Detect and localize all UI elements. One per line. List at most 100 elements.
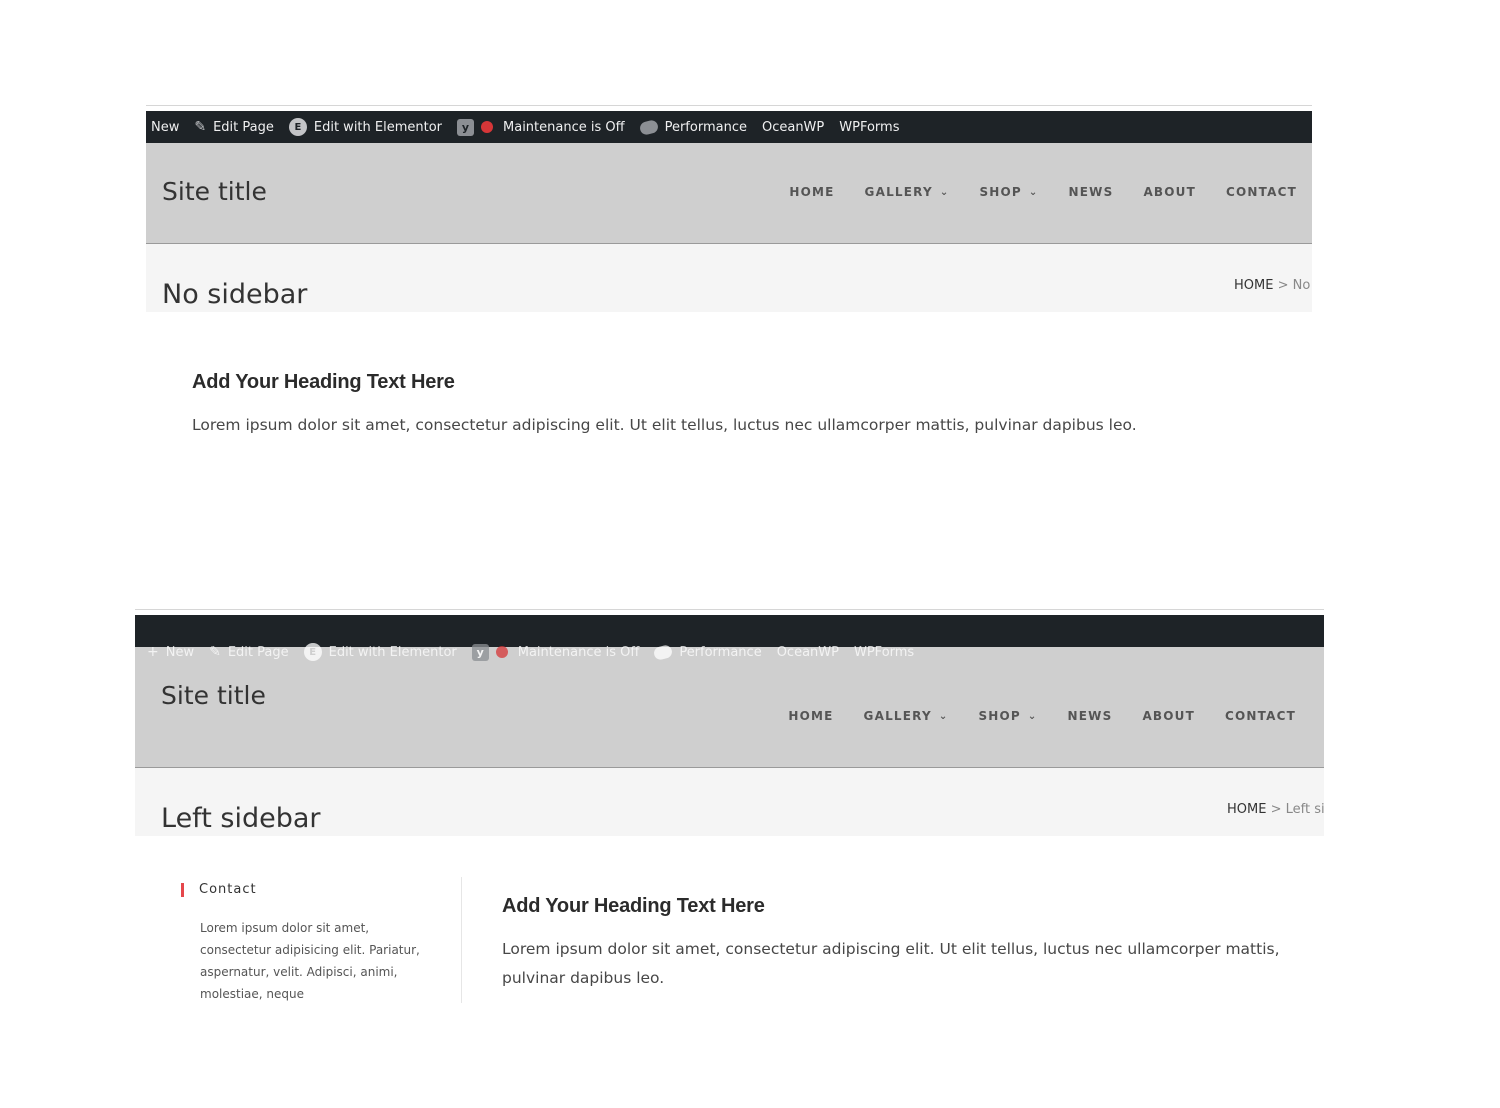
- admin-bar-performance-label: Performance: [679, 644, 762, 660]
- breadcrumb-home[interactable]: HOME: [1234, 278, 1273, 293]
- main-nav: HOME GALLERY ⌄ SHOP ⌄ NEWS ABOUT CONTACT: [788, 709, 1296, 723]
- nav-gallery-label: GALLERY: [863, 709, 932, 723]
- nav-contact[interactable]: CONTACT: [1225, 709, 1296, 723]
- nav-contact[interactable]: CONTACT: [1226, 185, 1297, 199]
- nav-about-label: ABOUT: [1143, 185, 1197, 199]
- breadcrumb-separator: >: [1270, 802, 1282, 817]
- admin-bar-oceanwp[interactable]: OceanWP: [777, 645, 839, 660]
- admin-bar-oceanwp-label: OceanWP: [761, 119, 825, 135]
- admin-bar-maintenance-label: Maintenance is Off: [517, 644, 640, 660]
- content-heading: Add Your Heading Text Here: [502, 895, 765, 917]
- admin-bar-maintenance[interactable]: Maintenance is Off: [518, 645, 640, 660]
- breadcrumb-separator: >: [1277, 278, 1289, 293]
- admin-bar-maintenance[interactable]: Maintenance is Off: [503, 120, 625, 135]
- nav-gallery[interactable]: GALLERY ⌄: [864, 709, 949, 723]
- main-nav: HOME GALLERY ⌄ SHOP ⌄ NEWS ABOUT CONTACT: [789, 185, 1297, 199]
- performance-icon: [638, 118, 659, 136]
- top-divider: [135, 609, 1324, 610]
- admin-bar-edit-page[interactable]: ✎ Edit Page: [194, 119, 274, 135]
- pencil-icon: ✎: [209, 644, 221, 660]
- nav-about-label: ABOUT: [1142, 709, 1196, 723]
- page-title: No sidebar: [162, 279, 308, 310]
- admin-bar-wpforms[interactable]: WPForms: [839, 120, 899, 135]
- nav-home[interactable]: HOME: [788, 709, 833, 723]
- admin-bar-performance-label: Performance: [664, 119, 747, 135]
- widget-text: Lorem ipsum dolor sit amet, consectetur …: [200, 921, 420, 1001]
- nav-shop-label: SHOP: [979, 185, 1022, 199]
- admin-bar-yoast[interactable]: y: [457, 118, 494, 136]
- nav-news[interactable]: NEWS: [1069, 185, 1114, 199]
- page-title: Left sidebar: [161, 803, 321, 834]
- nav-home[interactable]: HOME: [789, 185, 834, 199]
- nav-about[interactable]: ABOUT: [1142, 709, 1195, 723]
- nav-gallery-label: GALLERY: [864, 185, 933, 199]
- breadcrumb: HOME > No: [1234, 278, 1312, 293]
- chevron-down-icon: ⌄: [1027, 710, 1038, 722]
- chevron-down-icon: ⌄: [1028, 186, 1039, 198]
- status-dot-icon: [495, 646, 508, 658]
- page-header: Left sidebar HOME > Left si: [135, 768, 1324, 836]
- admin-bar-edit-elementor-label: Edit with Elementor: [328, 644, 457, 660]
- admin-bar-oceanwp[interactable]: OceanWP: [762, 120, 824, 135]
- nav-home-label: HOME: [788, 709, 834, 723]
- breadcrumb-home[interactable]: HOME: [1227, 802, 1266, 817]
- site-header: Site title HOME GALLERY ⌄ SHOP ⌄ NEWS ABOU…: [146, 143, 1312, 244]
- admin-bar-edit-elementor[interactable]: E Edit with Elementor: [303, 643, 457, 661]
- admin-bar-wpforms-label: WPForms: [839, 119, 900, 135]
- admin-bar-new-label: New: [151, 119, 180, 135]
- site-title[interactable]: Site title: [161, 681, 266, 710]
- chevron-down-icon: ⌄: [939, 186, 950, 198]
- admin-bar-wpforms[interactable]: WPForms: [854, 645, 914, 660]
- page-header: No sidebar HOME > No: [146, 244, 1312, 312]
- nav-news-label: NEWS: [1067, 709, 1113, 723]
- nav-shop[interactable]: SHOP ⌄: [978, 709, 1037, 723]
- nav-shop[interactable]: SHOP ⌄: [979, 185, 1038, 199]
- pencil-icon: ✎: [194, 119, 207, 135]
- content-heading: Add Your Heading Text Here: [192, 371, 455, 393]
- yoast-icon: y: [471, 643, 489, 661]
- content-text: Lorem ipsum dolor sit amet, consectetur …: [192, 416, 1137, 434]
- breadcrumb-current: Left si: [1285, 802, 1324, 817]
- yoast-icon: y: [457, 118, 475, 136]
- nav-contact-label: CONTACT: [1226, 185, 1297, 199]
- site-title[interactable]: Site title: [162, 177, 267, 206]
- admin-bar-oceanwp-label: OceanWP: [776, 644, 839, 660]
- admin-bar-performance[interactable]: Performance: [652, 643, 762, 661]
- nav-contact-label: CONTACT: [1225, 709, 1296, 723]
- breadcrumb-current: No: [1292, 278, 1311, 293]
- nav-news-label: NEWS: [1068, 185, 1114, 199]
- admin-bar: New ✎ Edit Page E Edit with Elementor y …: [146, 111, 1312, 143]
- screenshot-left-sidebar: Site title HOME GALLERY ⌄ SHOP ⌄ NEWS ABOU…: [135, 609, 1324, 1009]
- admin-bar-edit-page-label: Edit Page: [227, 644, 289, 660]
- nav-news[interactable]: NEWS: [1068, 709, 1113, 723]
- admin-bar-new[interactable]: New: [151, 120, 179, 135]
- widget-title: Contact: [181, 883, 257, 897]
- nav-shop-label: SHOP: [978, 709, 1021, 723]
- admin-bar-edit-page-label: Edit Page: [213, 119, 274, 135]
- admin-bar-wpforms-label: WPForms: [853, 644, 915, 660]
- performance-icon: [652, 643, 674, 661]
- admin-bar-edit-elementor[interactable]: E Edit with Elementor: [288, 118, 443, 136]
- breadcrumb: HOME > Left si: [1227, 802, 1324, 817]
- nav-gallery[interactable]: GALLERY ⌄: [865, 185, 950, 199]
- admin-bar-yoast[interactable]: y: [471, 643, 508, 661]
- nav-about[interactable]: ABOUT: [1143, 185, 1196, 199]
- chevron-down-icon: ⌄: [938, 710, 949, 722]
- admin-bar-performance[interactable]: Performance: [638, 118, 747, 136]
- screenshot-no-sidebar: New ✎ Edit Page E Edit with Elementor y …: [146, 105, 1312, 505]
- admin-bar-maintenance-label: Maintenance is Off: [503, 119, 625, 135]
- nav-home-label: HOME: [789, 185, 835, 199]
- elementor-icon: E: [303, 643, 322, 661]
- admin-bar-new-label: New: [165, 644, 195, 660]
- plus-icon: +: [147, 644, 159, 660]
- elementor-icon: E: [288, 118, 307, 136]
- admin-bar-edit-elementor-label: Edit with Elementor: [313, 119, 443, 135]
- left-sidebar: Contact Lorem ipsum dolor sit amet, cons…: [181, 877, 462, 1003]
- admin-bar-overlay: + New ✎ Edit Page E Edit with Elementor …: [147, 643, 929, 661]
- top-divider: [146, 105, 1312, 106]
- site-header: Site title HOME GALLERY ⌄ SHOP ⌄ NEWS ABOU…: [135, 647, 1324, 768]
- status-dot-icon: [481, 121, 494, 133]
- admin-bar-edit-page[interactable]: ✎ Edit Page: [209, 644, 289, 660]
- content-text: Lorem ipsum dolor sit amet, consectetur …: [502, 940, 1280, 987]
- admin-bar-new[interactable]: + New: [147, 644, 194, 660]
